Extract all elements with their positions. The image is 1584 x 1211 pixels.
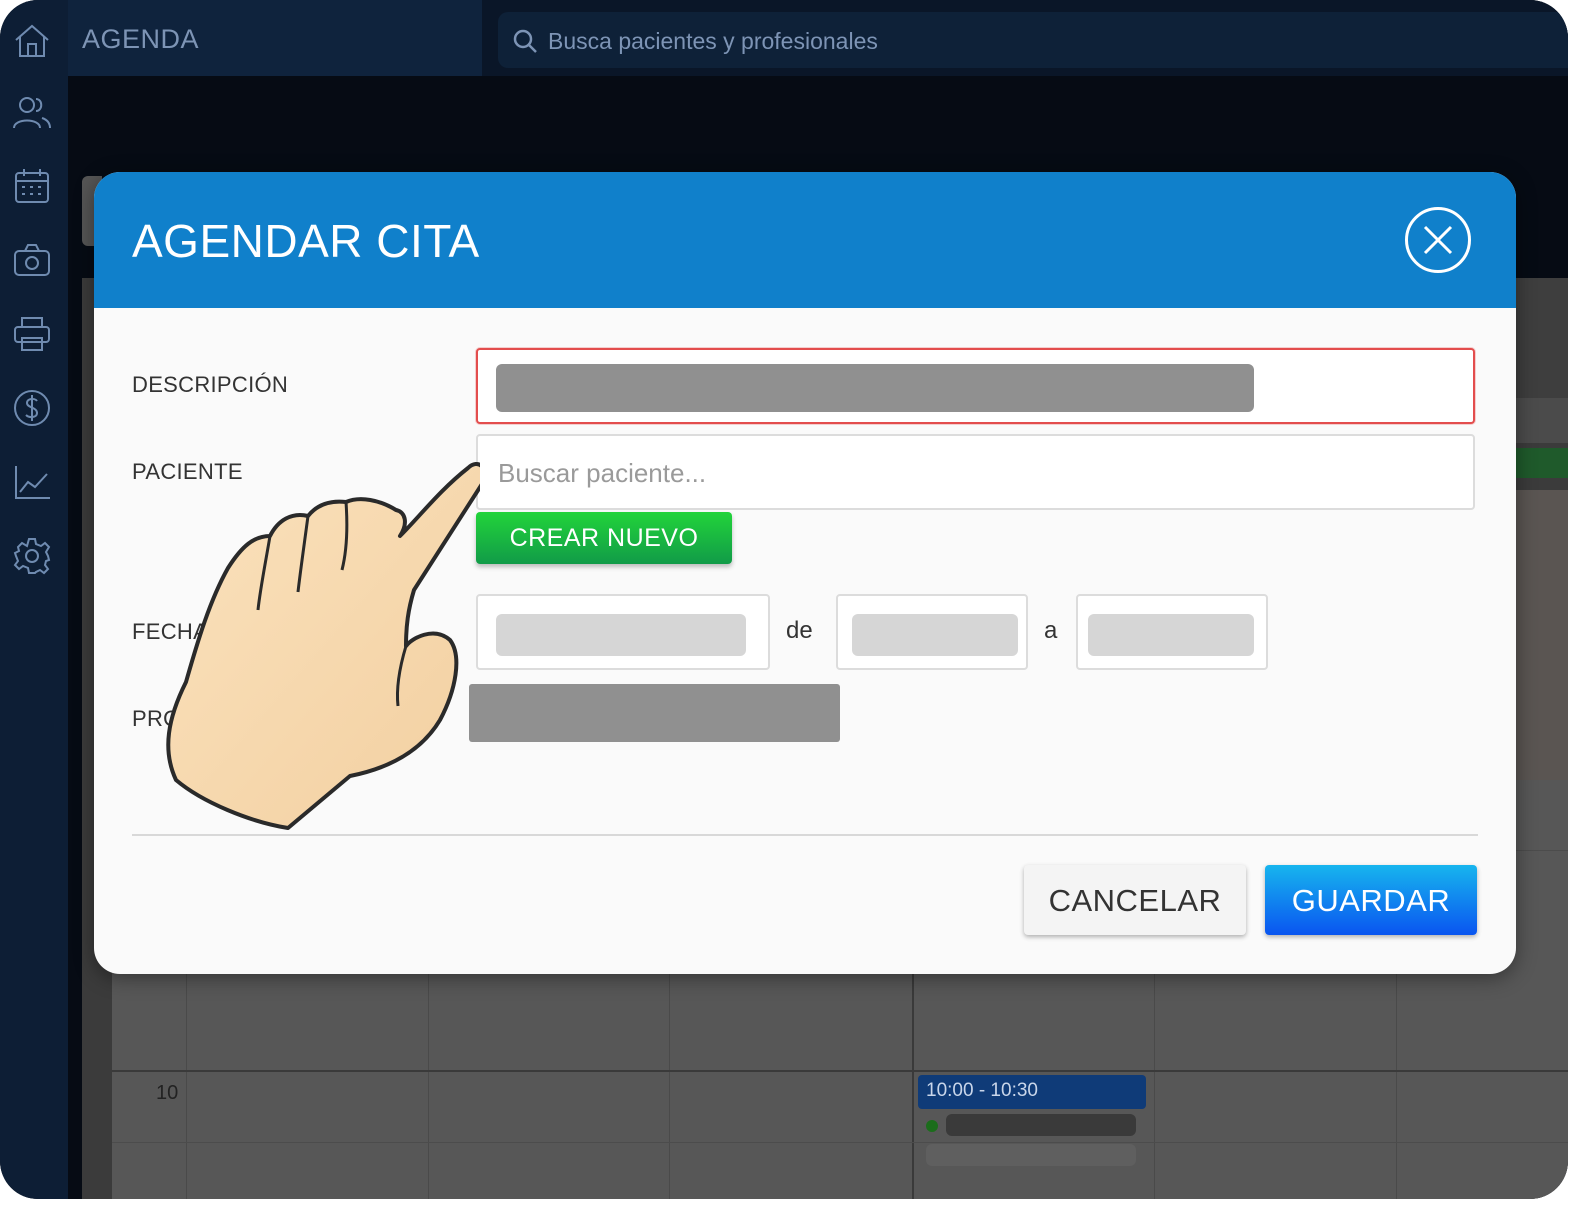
redacted-value: [1088, 614, 1254, 656]
end-time-input[interactable]: [1076, 594, 1268, 670]
hour-label: 10: [156, 1082, 179, 1104]
date-to-separator: a: [1044, 617, 1058, 644]
start-time-input[interactable]: [836, 594, 1028, 670]
modal-title: AGENDAR CITA: [132, 215, 480, 267]
calendar-icon[interactable]: [10, 164, 54, 208]
redacted-text: [946, 1114, 1136, 1136]
sidebar: [0, 0, 68, 1199]
appointment-time: 10:00 - 10:30: [926, 1080, 1038, 1101]
topbar-search-area: Busca pacientes y profesionales: [482, 0, 1568, 76]
patient-placeholder: Buscar paciente...: [498, 458, 707, 488]
close-icon: [1423, 225, 1453, 255]
redacted-value: [852, 614, 1018, 656]
patient-label: PACIENTE: [132, 459, 243, 484]
create-new-label: CREAR NUEVO: [509, 524, 699, 552]
schedule-appointment-modal: AGENDAR CITA DESCRIPCIÓN PACIENTE Buscar…: [94, 172, 1516, 974]
save-button[interactable]: GUARDAR: [1265, 865, 1477, 935]
topbar-section: AGENDA: [68, 0, 482, 76]
date-from-separator: de: [786, 617, 813, 644]
professional-label: PRO: [132, 706, 181, 731]
printer-icon[interactable]: [10, 312, 54, 356]
patient-search-input[interactable]: Buscar paciente...: [476, 434, 1475, 510]
patients-icon[interactable]: [10, 90, 54, 134]
date-input[interactable]: [476, 594, 770, 670]
modal-divider: [132, 834, 1478, 836]
dollar-icon[interactable]: [10, 386, 54, 430]
redacted-value: [496, 364, 1254, 412]
redacted-value: [496, 614, 746, 656]
description-input[interactable]: [476, 348, 1475, 424]
date-label: FECHA: [132, 619, 209, 644]
search-icon: [513, 29, 537, 53]
app-window: AGENDA Busca pacientes y profesionales 1…: [0, 0, 1568, 1199]
camera-icon[interactable]: [10, 238, 54, 282]
section-title: AGENDA: [82, 24, 200, 54]
description-label: DESCRIPCIÓN: [132, 372, 289, 397]
close-button[interactable]: [1405, 207, 1471, 273]
search-input[interactable]: Busca pacientes y profesionales: [498, 12, 1568, 68]
redacted-text: [926, 1144, 1136, 1166]
home-icon[interactable]: [10, 18, 54, 62]
professional-select[interactable]: [469, 684, 840, 742]
create-new-patient-button[interactable]: CREAR NUEVO: [476, 512, 732, 564]
cancel-label: CANCELAR: [1048, 883, 1222, 918]
modal-header: AGENDAR CITA: [94, 172, 1516, 308]
appointment-block[interactable]: 10:00 - 10:30: [918, 1075, 1146, 1109]
status-dot: [926, 1120, 938, 1132]
search-placeholder: Busca pacientes y profesionales: [548, 28, 878, 54]
save-label: GUARDAR: [1291, 883, 1451, 918]
gear-icon[interactable]: [10, 534, 54, 578]
cancel-button[interactable]: CANCELAR: [1024, 865, 1246, 935]
chart-icon[interactable]: [10, 460, 54, 504]
